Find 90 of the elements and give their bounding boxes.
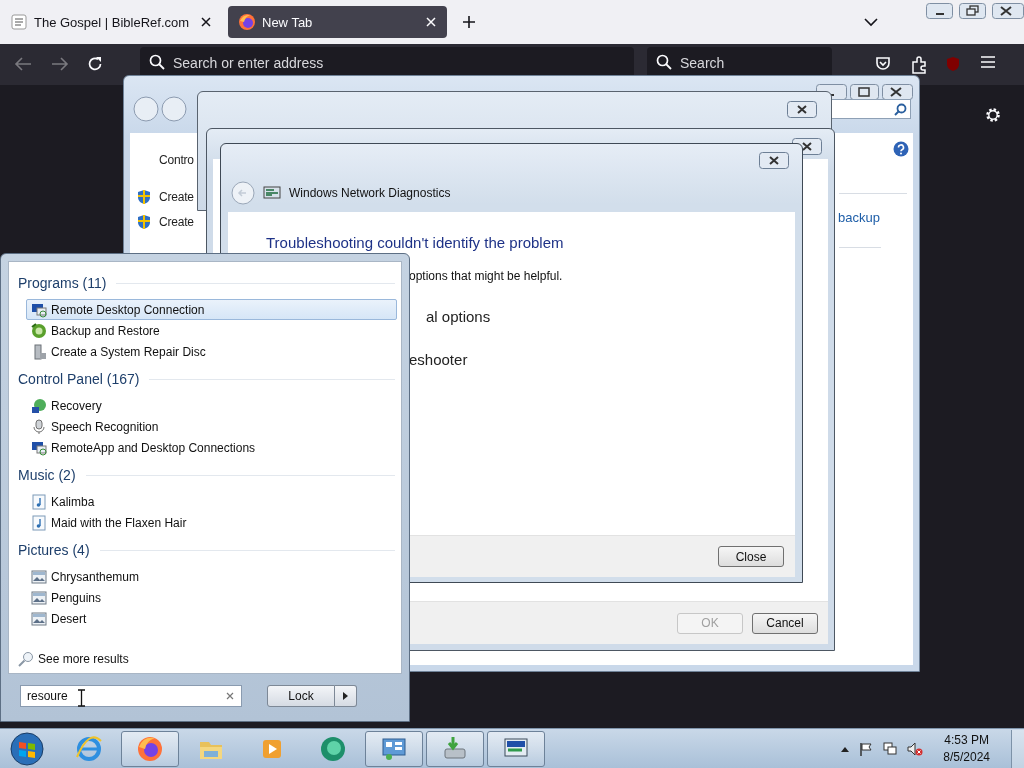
browser-tab[interactable]: New Tab xyxy=(228,6,447,38)
back-icon[interactable] xyxy=(14,56,32,72)
caret-icon xyxy=(343,691,348,700)
address-field[interactable]: Search or enter address xyxy=(140,47,634,75)
reload-icon[interactable] xyxy=(87,56,103,72)
music-file-icon xyxy=(31,493,47,510)
search-result[interactable]: Kalimba xyxy=(26,491,397,512)
search-result[interactable]: Backup and Restore xyxy=(26,320,397,341)
taskbar-button[interactable] xyxy=(121,730,179,767)
browser-tab[interactable]: The Gospel | BibleRef.com xyxy=(0,6,222,38)
tab-close-icon[interactable] xyxy=(200,16,212,28)
close-button[interactable] xyxy=(882,84,913,100)
group-heading: Pictures (4) xyxy=(18,542,90,558)
close-button[interactable] xyxy=(759,152,789,169)
volume-muted-icon[interactable] xyxy=(907,741,924,756)
search-result[interactable]: Remote Desktop Connection xyxy=(26,299,397,320)
microphone-icon xyxy=(31,418,47,435)
taskbar-button[interactable] xyxy=(365,730,423,767)
backup-icon xyxy=(31,322,47,339)
image-file-icon xyxy=(31,610,47,627)
taskbar-button[interactable] xyxy=(487,730,545,767)
backup-link[interactable]: backup xyxy=(838,210,907,225)
sphere-icon xyxy=(319,734,347,763)
group-heading: Programs (11) xyxy=(18,275,107,291)
firefox-icon xyxy=(238,13,256,31)
monitor-icon xyxy=(31,301,47,318)
chevron-up-icon[interactable] xyxy=(841,745,850,752)
clock-time[interactable]: 4:53 PM xyxy=(944,731,989,749)
image-file-icon xyxy=(31,589,47,606)
text-cursor-icon xyxy=(77,689,86,707)
puzzle-icon[interactable] xyxy=(911,56,927,74)
network-icon xyxy=(263,185,281,200)
minimize-button[interactable] xyxy=(926,3,953,19)
search-result[interactable]: Create a System Repair Disc xyxy=(26,341,397,362)
search-result[interactable]: RemoteApp and Desktop Connections xyxy=(26,437,397,458)
clear-icon[interactable] xyxy=(226,691,234,700)
option-link[interactable]: al options xyxy=(426,308,795,325)
group-heading: Music (2) xyxy=(18,467,76,483)
window-title: Windows Network Diagnostics xyxy=(289,185,451,200)
close-button[interactable] xyxy=(787,101,817,118)
search-icon xyxy=(894,102,907,116)
firefox-icon xyxy=(136,734,164,763)
new-tab-icon[interactable] xyxy=(462,15,476,29)
network-icon[interactable] xyxy=(883,741,898,756)
shield-icon xyxy=(136,214,152,230)
search-field[interactable] xyxy=(829,99,911,119)
flag-icon[interactable] xyxy=(859,741,874,756)
help-icon[interactable] xyxy=(893,141,909,157)
pocket-icon[interactable] xyxy=(875,56,891,72)
search-result[interactable]: Speech Recognition xyxy=(26,416,397,437)
power-options-button[interactable] xyxy=(335,684,357,707)
music-file-icon xyxy=(31,514,47,531)
dialog-button[interactable]: Cancel xyxy=(752,612,818,634)
dialog-heading: Troubleshooting couldn't identify the problem xyxy=(266,234,565,251)
maximize-button[interactable] xyxy=(850,84,879,100)
globe-icon xyxy=(75,734,103,763)
search-icon xyxy=(149,54,165,70)
search-result[interactable]: Recovery xyxy=(26,395,397,416)
close-button[interactable]: Close xyxy=(718,546,784,567)
recovery-icon xyxy=(31,397,47,414)
search-result[interactable]: Chrysanthemum xyxy=(26,566,397,587)
monitor-icon xyxy=(31,439,47,456)
lock-button[interactable]: Lock xyxy=(267,684,335,707)
shield-icon xyxy=(136,189,152,205)
book-icon xyxy=(10,13,28,31)
search-field[interactable]: resoure xyxy=(20,684,242,707)
task-link[interactable]: Create xyxy=(159,190,194,204)
settings-icon[interactable] xyxy=(984,106,1002,124)
close-button[interactable] xyxy=(992,3,1024,19)
see-more-link[interactable]: See more results xyxy=(18,651,395,667)
breadcrumb-text: Contro xyxy=(158,153,194,167)
option-link[interactable]: eshooter xyxy=(409,351,795,368)
search-result[interactable]: Maid with the Flaxen Hair xyxy=(26,512,397,533)
taskbar-button[interactable] xyxy=(426,730,484,767)
forward-icon[interactable] xyxy=(51,56,69,72)
search-result[interactable]: Desert xyxy=(26,608,397,629)
start-button[interactable] xyxy=(10,731,44,766)
image-file-icon xyxy=(31,568,47,585)
search-icon xyxy=(656,54,672,70)
search-icon xyxy=(18,651,34,667)
chevron-down-icon[interactable] xyxy=(864,17,878,27)
search-result[interactable]: Penguins xyxy=(26,587,397,608)
restore-button[interactable] xyxy=(959,3,986,19)
group-heading: Control Panel (167) xyxy=(18,371,140,387)
search-field[interactable]: Search xyxy=(647,47,832,75)
task-link[interactable]: Create xyxy=(159,215,194,229)
clock-date[interactable]: 8/5/2024 xyxy=(943,748,990,766)
tower-icon xyxy=(31,343,47,360)
menu-icon[interactable] xyxy=(981,56,995,68)
dialog-text: options that might be helpful. xyxy=(409,269,564,283)
